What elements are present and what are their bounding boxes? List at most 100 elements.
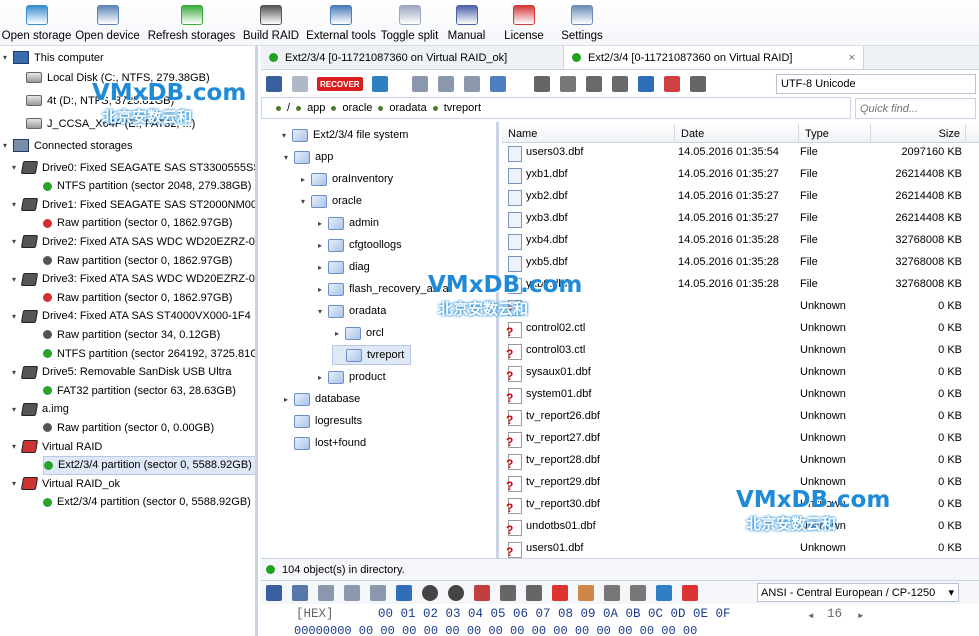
codepage-select[interactable]: ANSI - Central European / CP-1250 ▾ [757,583,959,602]
copy-icon[interactable] [292,76,308,92]
drive-item[interactable]: ▾ Drive4: Fixed ATA SAS ST4000VX000-1F4 [9,307,251,326]
column-type[interactable]: Type [799,124,871,143]
path-segment-oradata[interactable]: oradata [389,102,426,114]
local-disk-item[interactable]: J_CCSA_X64F (E:, FAT32, ...) [26,114,195,133]
hex-save-icon[interactable] [266,584,282,601]
partition-item[interactable]: FAT32 partition (sector 63, 28.63GB) [43,381,236,400]
settings-icon[interactable] [559,76,576,92]
drive-item[interactable]: ▾ Virtual RAID_ok [9,474,120,493]
folder-item[interactable]: logresults [281,411,362,431]
expand-icon[interactable]: ▸ [281,395,291,404]
close-tab-icon[interactable]: × [849,52,855,64]
recover-button[interactable]: RECOVER [317,77,363,91]
expand-icon[interactable]: ▾ [279,131,289,140]
binoculars-icon[interactable] [637,76,654,92]
hex-bookmark-icon[interactable] [578,584,594,601]
path-bar[interactable]: / app oracle oradata tvreport [261,97,851,119]
table-row[interactable]: tv_report30.dbf Unknown 0 KB [502,494,979,516]
view-mode-4-icon[interactable] [489,76,506,92]
folder-item[interactable]: ▸ orcl [332,323,384,343]
hex-forward-icon[interactable] [448,584,464,601]
folder-tree-pane[interactable]: ▾ Ext2/3/4 file system ▾ app ▸ oraInventory ▾ o… [261,122,499,558]
table-row[interactable]: users03.dbf 14.05.2016 01:35:54 File 209716… [502,142,979,164]
expand-icon[interactable]: ▾ [315,307,325,316]
partition-item[interactable]: NTFS partition (sector 2048, 279.38GB) [43,177,251,196]
partition-item[interactable]: Ext2/3/4 partition (sector 0, 5588.92GB) [43,493,251,512]
toolbar-book-button[interactable]: Manual [438,0,495,46]
column-size[interactable]: Size [871,124,966,143]
quick-find-input[interactable] [855,98,976,119]
folder-item[interactable]: ▸ oraInventory [298,169,393,189]
folder-item[interactable]: ▾ Ext2/3/4 file system [279,125,408,145]
folder-item[interactable]: ▾ app [281,147,333,167]
partition-item[interactable]: NTFS partition (sector 264192, 3725.81G [43,344,255,363]
collapse-icon[interactable]: ▾ [9,275,19,284]
tool-icon[interactable] [585,76,602,92]
toolbar-gear-button[interactable]: Settings [553,0,611,46]
hex-tool-1-icon[interactable] [500,584,516,601]
expand-icon[interactable]: ▸ [332,329,342,338]
tab-raid-ok[interactable]: Ext2/3/4 [0-11721087360 on Virtual RAID_… [261,46,564,69]
path-segment-tvreport[interactable]: tvreport [444,102,481,114]
folder-item[interactable]: ▸ admin [315,213,379,233]
folder-item[interactable]: ▾ oracle [298,191,362,211]
hex-paste-icon[interactable] [344,584,360,601]
hex-find-icon[interactable] [396,584,412,601]
hex-tool-4-icon[interactable] [630,584,646,601]
drive-item[interactable]: ▾ Drive5: Removable SanDisk USB Ultra [9,363,232,382]
table-row[interactable]: tv_report27.dbf Unknown 0 KB [502,428,979,450]
expand-icon[interactable]: ▸ [298,175,308,184]
table-row[interactable]: Unknown 0 KB [502,296,979,318]
drive-item[interactable]: ▾ Drive2: Fixed ATA SAS WDC WD20EZRZ-0 [9,232,255,251]
tab-raid[interactable]: Ext2/3/4 [0-11721087360 on Virtual RAID]… [564,46,864,69]
page-prev-icon[interactable]: ◂ [807,607,815,623]
table-row[interactable]: yxb2.dbf 14.05.2016 01:35:27 File 26214408 … [502,186,979,208]
expand-icon[interactable]: ▸ [315,219,325,228]
export-icon[interactable] [371,76,388,92]
column-date[interactable]: Date [675,124,799,143]
folder-item[interactable]: ▸ database [281,389,360,409]
view-mode-1-icon[interactable] [411,76,428,92]
toolbar-raid-button[interactable]: Build RAID [241,0,301,46]
expand-icon[interactable]: ▸ [315,241,325,250]
folder-item[interactable]: ▸ diag [315,257,370,277]
table-row[interactable]: sysaux01.dbf Unknown 0 KB [502,362,979,384]
collapse-icon[interactable]: ▾ [9,200,19,209]
toolbar-open-device-button[interactable]: Open device [73,0,142,46]
expand-icon[interactable]: ▾ [281,153,291,162]
partition-item[interactable]: Ext2/3/4 partition (sector 0, 5588.92GB) [43,455,255,475]
toolbar-split-button[interactable]: Toggle split [381,0,438,46]
drive-item[interactable]: ▾ Drive3: Fixed ATA SAS WDC WD20EZRZ-0 [9,270,255,289]
collapse-icon[interactable]: ▾ [9,442,19,451]
expand-icon[interactable]: ▸ [315,285,325,294]
properties-icon[interactable] [533,76,550,92]
partition-item[interactable]: Raw partition (sector 0, 1862.97GB) [43,214,232,233]
folder-item[interactable]: ▾ oradata [315,301,386,321]
table-row[interactable]: yxb6.dbf 14.05.2016 01:35:28 File 32768008 … [502,274,979,296]
path-segment-app[interactable]: app [307,102,325,114]
expand-icon[interactable]: ▸ [315,373,325,382]
view-mode-2-icon[interactable] [437,76,454,92]
collapse-icon[interactable]: ▾ [9,163,19,172]
table-row[interactable]: control03.ctl Unknown 0 KB [502,340,979,362]
drive-item[interactable]: ▾ Drive1: Fixed SEAGATE SAS ST2000NM002 [9,195,255,214]
hex-edit-icon[interactable] [682,584,698,601]
toolbar-license-button[interactable]: License [495,0,553,46]
drive-item[interactable]: ▾ a.img [9,400,69,419]
collapse-icon[interactable]: ▾ [0,141,10,150]
toolbar-tools-button[interactable]: External tools [301,0,381,46]
encoding-select[interactable]: UTF-8 Unicode [776,74,976,94]
drive-item[interactable]: ▾ Drive0: Fixed SEAGATE SAS ST3300555SS [9,158,255,177]
table-row[interactable]: yxb3.dbf 14.05.2016 01:35:27 File 26214408 … [502,208,979,230]
table-row[interactable]: yxb4.dbf 14.05.2016 01:35:28 File 32768008 … [502,230,979,252]
toolbar-open-storage-button[interactable]: Open storage [0,0,73,46]
collapse-icon[interactable]: ▾ [9,405,19,414]
column-name[interactable]: Name [502,124,675,143]
folder-item[interactable]: ▸ cfgtoollogs [315,235,402,255]
hex-back-icon[interactable] [422,584,438,601]
toolbar-refresh-button[interactable]: Refresh storages [142,0,241,46]
collapse-icon[interactable]: ▾ [9,479,19,488]
local-disk-item[interactable]: 4t (D:, NTFS, 3725.81GB) [26,91,174,110]
hex-goto-icon[interactable] [474,584,490,601]
collapse-icon[interactable]: ▾ [9,312,19,321]
